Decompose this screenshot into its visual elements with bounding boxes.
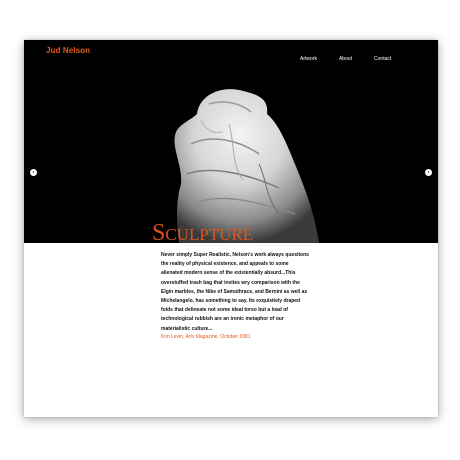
chevron-right-icon[interactable]: ›: [425, 169, 432, 176]
nav-about-link[interactable]: About: [339, 56, 352, 62]
browser-frame: Jud Nelson Artwork About Contact ‹ › Scu…: [24, 40, 438, 417]
nav-contact-link[interactable]: Contact: [374, 56, 391, 62]
page-title: Sculpture: [152, 220, 254, 246]
quote-text: Never simply Super Realistic, Nelson's w…: [161, 252, 309, 332]
site-brand-link[interactable]: Jud Nelson: [46, 46, 90, 55]
hero-section: Jud Nelson Artwork About Contact ‹ ›: [24, 40, 438, 243]
top-navigation-bar: Jud Nelson Artwork About Contact: [24, 40, 438, 62]
chevron-left-icon[interactable]: ‹: [30, 169, 37, 176]
nav-artwork-link[interactable]: Artwork: [300, 56, 317, 62]
quote-citation: Kim Levin, Arts Magazine, October 1981: [161, 334, 251, 340]
